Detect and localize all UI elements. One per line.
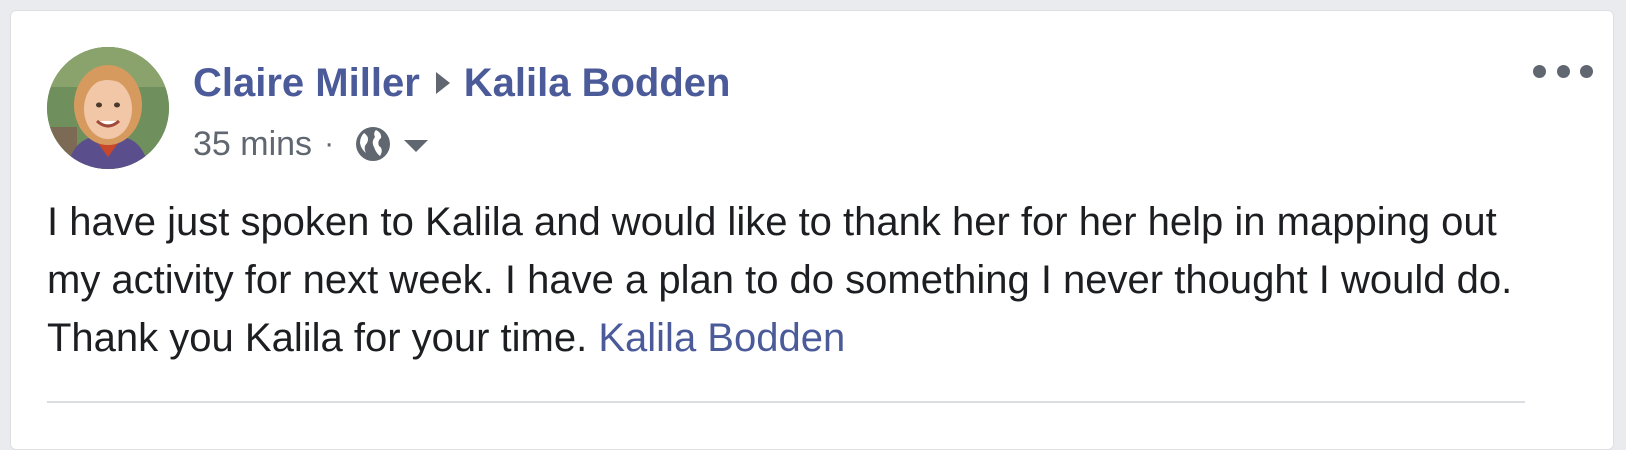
post-meta: 35 mins · [193,123,429,165]
post-header: Claire Miller Kalila Bodden [193,57,730,109]
post-card: Claire Miller Kalila Bodden 35 mins · I … [10,10,1614,450]
more-options-icon [1556,64,1570,78]
author-avatar[interactable] [47,47,169,169]
recipient-name-link[interactable]: Kalila Bodden [464,61,731,106]
globe-icon [356,127,391,161]
more-options-icon [1580,64,1593,78]
divider [47,401,1525,403]
chevron-down-icon [404,140,429,152]
author-name-link[interactable]: Claire Miller [193,61,420,106]
more-options-icon [1533,64,1546,78]
post-timestamp[interactable]: 35 mins [193,125,312,164]
avatar-photo [47,47,169,169]
audience-selector[interactable] [354,125,429,163]
post-body: I have just spoken to Kalila and would l… [47,193,1537,367]
more-options-button[interactable] [1533,57,1593,85]
meta-separator: · [324,127,335,160]
arrow-right-icon [435,72,450,94]
mention-link[interactable]: Kalila Bodden [598,316,845,360]
